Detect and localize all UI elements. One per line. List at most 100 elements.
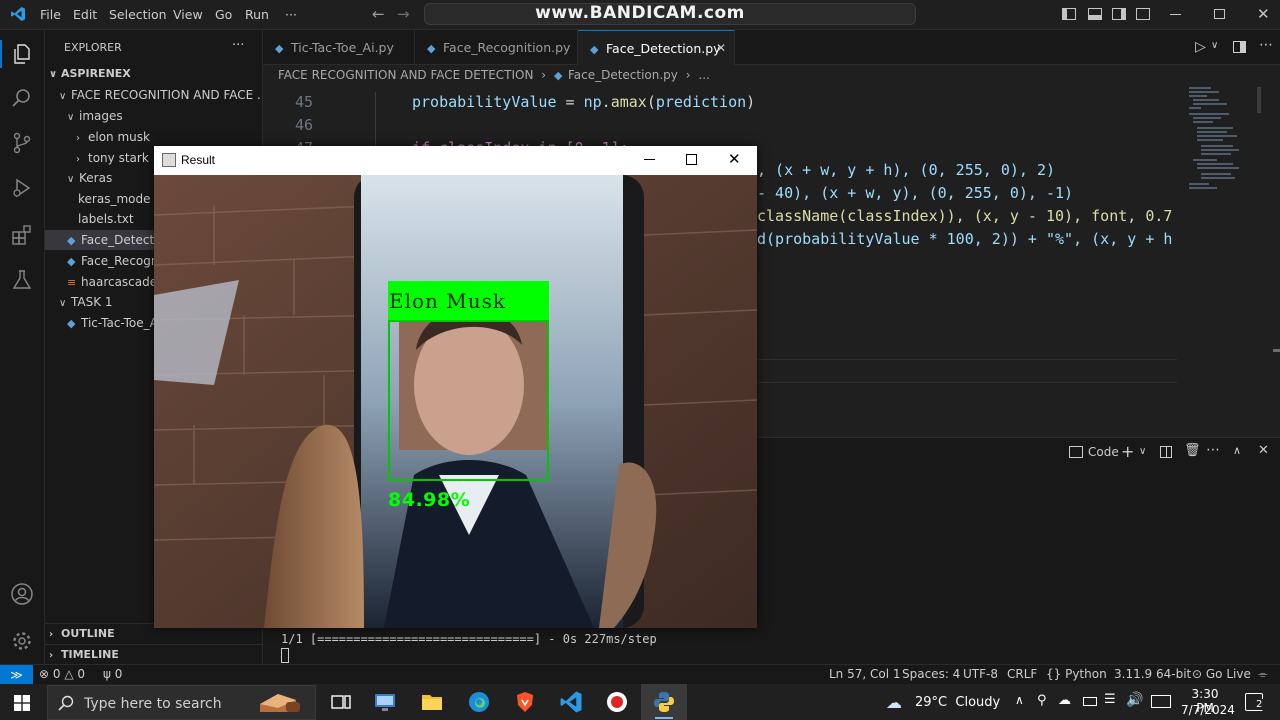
tab-face-recognition[interactable]: ◆ Face_Recognition.py: [415, 30, 578, 65]
minimap[interactable]: [1181, 87, 1261, 427]
breadcrumb-folder[interactable]: FACE RECOGNITION AND FACE DETECTION: [278, 68, 533, 82]
result-app-icon: [162, 153, 176, 167]
tree-folder-elon-musk[interactable]: › elon musk: [45, 127, 262, 147]
workspace-header[interactable]: ∨ ASPIRENEX: [45, 64, 262, 84]
search-highlight-cake-icon: [256, 690, 304, 716]
language-mode[interactable]: {} Python: [1046, 667, 1107, 681]
customize-layout-icon[interactable]: [1136, 8, 1150, 20]
restore-icon[interactable]: [1214, 9, 1225, 19]
edge-browser-icon[interactable]: [467, 690, 491, 714]
close-panel-icon[interactable]: ✕: [1258, 443, 1269, 458]
toggle-secondary-sidebar-icon[interactable]: [1112, 8, 1126, 20]
code-line-51: d(probabilityValue * 100, 2)) + "%", (x,…: [757, 230, 1173, 248]
bandicam-record-icon[interactable]: [605, 690, 629, 714]
python-file-icon: ◆: [553, 69, 563, 82]
breadcrumb-file[interactable]: Face_Detection.py: [568, 68, 678, 82]
problems-status[interactable]: ⊗ 0 △ 0: [39, 667, 85, 681]
onedrive-cloud-icon[interactable]: ☁: [1058, 693, 1071, 708]
tab-face-detection[interactable]: ◆ Face_Detection.py ✕: [578, 30, 735, 65]
tab-tic-tac-toe[interactable]: ◆ Tic-Tac-Toe_Ai.py: [263, 30, 415, 65]
windows-start-icon[interactable]: [14, 695, 30, 711]
weather-cloud-icon: ☁: [886, 693, 902, 712]
terminal-name[interactable]: Code: [1088, 445, 1119, 459]
xml-file-icon: ≡: [67, 276, 77, 289]
tree-label: haarcascade_: [81, 275, 164, 289]
maximize-panel-icon[interactable]: ∧: [1233, 444, 1241, 457]
wifi-icon[interactable]: ☰: [1104, 692, 1116, 707]
panel-more-icon[interactable]: ⋯: [1206, 442, 1220, 458]
kill-terminal-icon[interactable]: 🗑: [1184, 443, 1201, 458]
python-interpreter[interactable]: 3.11.9 64-bit: [1114, 667, 1191, 681]
minimize-icon[interactable]: [1170, 14, 1181, 15]
run-debug-icon[interactable]: [10, 176, 34, 200]
notifications-bell-icon[interactable]: ⌯: [1258, 667, 1268, 682]
tree-label: TASK 1: [71, 295, 113, 309]
remote-desktop-icon[interactable]: [373, 690, 397, 714]
breadcrumb-symbol[interactable]: ...: [698, 68, 709, 82]
explorer-icon[interactable]: [10, 42, 34, 66]
split-editor-icon[interactable]: [1233, 41, 1246, 53]
keyboard-icon[interactable]: [1151, 695, 1171, 708]
run-python-icon[interactable]: ▷: [1195, 39, 1206, 55]
taskbar-search-input[interactable]: Type here to search: [47, 685, 316, 720]
python-file-icon: ◆: [427, 42, 436, 55]
explorer-more-icon[interactable]: ···: [232, 38, 244, 53]
show-hidden-icons-icon[interactable]: ∧: [1015, 693, 1024, 707]
remote-indicator-icon[interactable]: ≫: [0, 665, 33, 685]
task-view-icon[interactable]: [329, 690, 353, 714]
result-title-bar[interactable]: Result ✕: [154, 146, 757, 175]
timeline-section[interactable]: › TIMELINE: [45, 644, 262, 664]
tree-label: images: [79, 109, 123, 123]
toggle-panel-icon[interactable]: [1088, 8, 1102, 20]
python-file-icon: ◆: [67, 317, 76, 330]
battery-icon[interactable]: [1083, 697, 1097, 706]
search-placeholder: Type here to search: [84, 696, 222, 712]
tree-label: Face_Recogn: [81, 254, 159, 268]
vscode-taskbar-icon[interactable]: [559, 690, 583, 714]
weather-text[interactable]: 29°C Cloudy: [915, 695, 1000, 710]
explorer-title: EXPLORER: [64, 41, 122, 54]
file-explorer-icon[interactable]: [420, 690, 444, 714]
code-line-49: - 40), (x + w, y), (0, 255, 0), -1): [757, 184, 1074, 202]
title-bar: File Edit Selection View Go Run ··· ← → …: [0, 0, 1280, 30]
result-window[interactable]: Result ✕ Elon Musk 84.98%: [154, 146, 757, 628]
scrollbar-marker: [1273, 349, 1280, 352]
clock-date[interactable]: 7/7/2024: [1181, 703, 1235, 717]
warning-count: 0: [77, 667, 86, 681]
indentation[interactable]: Spaces: 4: [902, 667, 960, 681]
testing-flask-icon[interactable]: [10, 268, 34, 292]
volume-icon[interactable]: 🔊: [1126, 692, 1143, 708]
tab-close-icon[interactable]: ✕: [716, 31, 726, 66]
result-close-icon[interactable]: ✕: [728, 150, 741, 168]
tree-folder-face-recognition[interactable]: ∨ FACE RECOGNITION AND FACE ...: [45, 85, 262, 105]
result-maximize-icon[interactable]: [686, 154, 697, 165]
source-control-icon[interactable]: [10, 131, 34, 155]
language-label: Python: [1065, 667, 1107, 681]
ports-status[interactable]: ψ 0: [103, 667, 122, 681]
meet-now-icon[interactable]: ⚲: [1037, 693, 1047, 708]
tab-label: Face_Recognition.py: [443, 40, 571, 55]
settings-gear-icon[interactable]: [10, 629, 34, 653]
toggle-sidebar-icon[interactable]: [1062, 8, 1076, 20]
go-live[interactable]: ⊙ Go Live: [1192, 667, 1251, 681]
accounts-icon[interactable]: [10, 582, 34, 606]
extensions-icon[interactable]: [10, 223, 34, 247]
search-icon[interactable]: [10, 86, 34, 110]
result-minimize-icon[interactable]: [644, 159, 655, 160]
run-dropdown-icon[interactable]: ∨: [1211, 40, 1218, 51]
editor-more-icon[interactable]: ⋯: [1259, 37, 1273, 53]
brave-browser-icon[interactable]: [513, 690, 537, 714]
cursor-position[interactable]: Ln 57, Col 1: [829, 667, 901, 681]
close-window-icon[interactable]: ✕: [1257, 5, 1270, 23]
terminal-icon: [1069, 446, 1083, 458]
tree-label: Tic-Tac-Toe_A: [81, 316, 158, 330]
new-terminal-icon[interactable]: +: [1121, 442, 1134, 461]
line-ending[interactable]: CRLF: [1007, 667, 1037, 681]
tree-folder-images[interactable]: ∨ images: [45, 106, 262, 126]
activity-bar: [0, 30, 45, 664]
split-terminal-icon[interactable]: [1160, 446, 1172, 458]
search-icon: [58, 695, 74, 711]
encoding[interactable]: UTF-8: [963, 667, 998, 681]
terminal-dropdown-icon[interactable]: ∨: [1139, 446, 1146, 457]
python-app-icon[interactable]: [652, 690, 676, 714]
